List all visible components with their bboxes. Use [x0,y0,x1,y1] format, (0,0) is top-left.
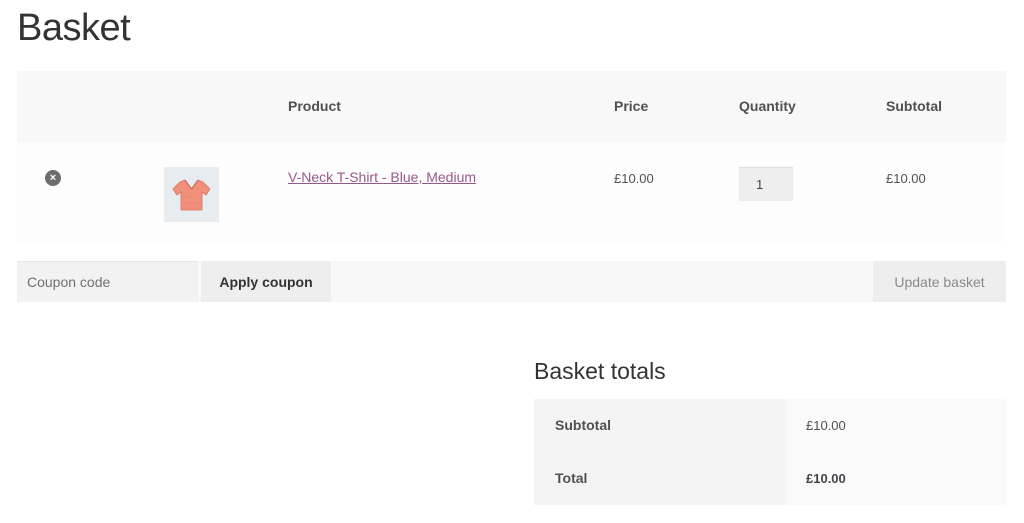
tshirt-icon [172,179,211,211]
product-price: £10.00 [614,171,654,186]
cart-item-row: × V-Neck T-Shirt - Blue, Medium £10.00 £… [17,142,1006,246]
totals-total-label: Total [534,452,786,505]
totals-subtotal-value: £10.00 [786,399,1006,452]
page-title: Basket [17,7,131,49]
basket-totals-table: Subtotal £10.00 Total £10.00 [534,399,1006,505]
quantity-input[interactable] [739,167,793,201]
cart-actions: Apply coupon Update basket [17,261,1006,302]
header-price: Price [614,98,649,114]
cart-table-header: Product Price Quantity Subtotal [17,71,1006,142]
product-name-link[interactable]: V-Neck T-Shirt - Blue, Medium [288,169,476,185]
header-quantity: Quantity [739,98,796,114]
totals-subtotal-label: Subtotal [534,399,786,452]
remove-item-icon[interactable]: × [45,170,61,186]
apply-coupon-button[interactable]: Apply coupon [201,261,331,302]
header-product: Product [288,98,341,114]
header-subtotal: Subtotal [886,98,942,114]
coupon-code-input[interactable] [17,261,198,302]
totals-row-subtotal: Subtotal £10.00 [534,399,1006,452]
totals-total-value: £10.00 [786,452,1006,505]
basket-page: Basket Product Price Quantity Subtotal ×… [0,0,1024,523]
totals-row-total: Total £10.00 [534,452,1006,505]
product-subtotal: £10.00 [886,171,926,186]
product-thumbnail[interactable] [164,167,219,222]
basket-totals-title: Basket totals [534,358,666,384]
cart-table: Product Price Quantity Subtotal × V-Neck… [17,71,1006,246]
update-basket-button[interactable]: Update basket [873,261,1006,302]
